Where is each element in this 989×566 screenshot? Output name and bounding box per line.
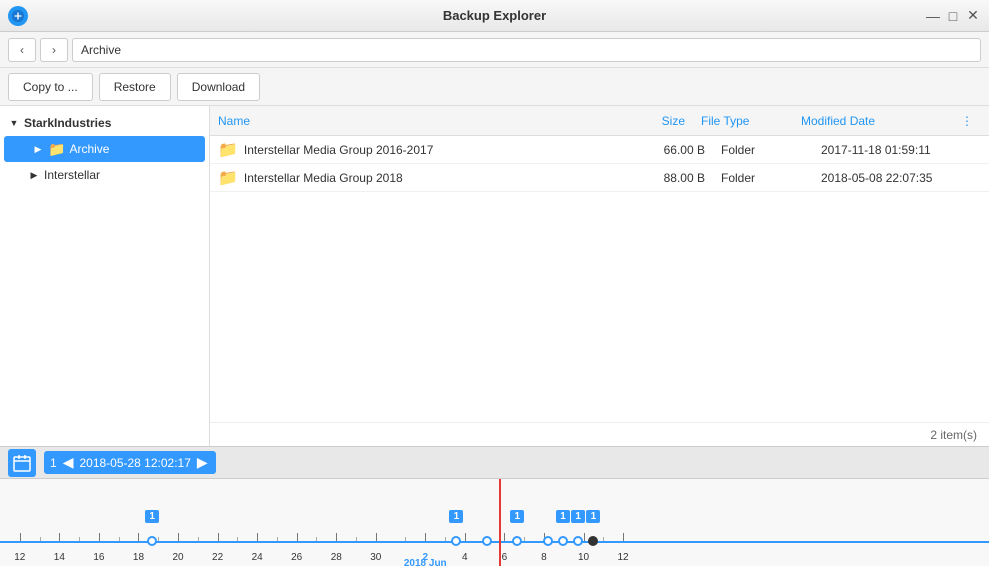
timeline-dot[interactable]	[588, 536, 598, 546]
file-date: 2018-05-08 22:07:35	[821, 171, 981, 185]
timeline-dot[interactable]	[147, 536, 157, 546]
timeline-header: 1 ◀ 2018-05-28 12:02:17 ▶	[0, 447, 989, 479]
table-row[interactable]: 📁 Interstellar Media Group 2016-2017 66.…	[210, 136, 989, 164]
timeline-prev-button[interactable]: ◀	[61, 454, 76, 471]
file-size: 66.00 B	[641, 143, 721, 157]
col-size-header[interactable]: Size	[621, 114, 701, 128]
item-count: 2 item(s)	[930, 428, 977, 442]
file-name: Interstellar Media Group 2018	[244, 171, 641, 185]
file-list: Name Size File Type Modified Date ⋮ 📁 In…	[210, 106, 989, 446]
forward-button[interactable]: ›	[40, 38, 68, 62]
timeline-dot[interactable]	[512, 536, 522, 546]
restore-button[interactable]: Restore	[99, 73, 171, 101]
chevron-right-icon-2: ▶	[28, 169, 40, 181]
file-size: 88.00 B	[641, 171, 721, 185]
timeline-dot[interactable]	[482, 536, 492, 546]
timeline-dot[interactable]	[558, 536, 568, 546]
timeline-badge: 1	[145, 510, 159, 523]
folder-icon: 📁	[218, 140, 238, 160]
col-name-header[interactable]: Name	[218, 114, 621, 128]
main-area: ▼ StarkIndustries ▶ 📁 Archive ▶ Interste…	[0, 106, 989, 446]
window-title: Backup Explorer	[443, 8, 546, 23]
timeline-next-button[interactable]: ▶	[195, 454, 210, 471]
timeline-nav: 1 ◀ 2018-05-28 12:02:17 ▶	[44, 451, 216, 474]
col-more-header: ⋮	[961, 114, 981, 128]
minimize-button[interactable]: —	[925, 8, 941, 24]
folder-icon: 📁	[48, 141, 65, 158]
toolbar: Copy to ... Restore Download	[0, 68, 989, 106]
file-list-body: 📁 Interstellar Media Group 2016-2017 66.…	[210, 136, 989, 422]
sidebar-item-interstellar[interactable]: ▶ Interstellar	[0, 162, 209, 188]
col-type-header[interactable]: File Type	[701, 114, 801, 128]
chevron-right-icon: ▶	[32, 143, 44, 155]
timeline-dot[interactable]	[573, 536, 583, 546]
timeline-nav-count: 1	[50, 456, 57, 470]
sidebar-item-archive[interactable]: ▶ 📁 Archive	[4, 136, 205, 162]
sidebar-archive-label: Archive	[69, 142, 109, 156]
window-controls: — □ ✕	[925, 8, 981, 24]
timeline-badge: 1	[586, 510, 600, 523]
file-type: Folder	[721, 171, 821, 185]
timeline: 1 ◀ 2018-05-28 12:02:17 ▶ 12141618202224…	[0, 446, 989, 566]
sidebar-interstellar-label: Interstellar	[44, 168, 100, 182]
timeline-badge: 1	[449, 510, 463, 523]
title-bar: Backup Explorer — □ ✕	[0, 0, 989, 32]
timeline-current-line	[499, 479, 501, 566]
timeline-badge: 1	[571, 510, 585, 523]
title-bar-left	[8, 6, 28, 26]
nav-bar: ‹ › Archive	[0, 32, 989, 68]
col-date-header[interactable]: Modified Date	[801, 114, 961, 128]
timeline-nav-label: 2018-05-28 12:02:17	[79, 456, 190, 470]
timeline-dot[interactable]	[543, 536, 553, 546]
timeline-badge: 1	[510, 510, 524, 523]
file-type: Folder	[721, 143, 821, 157]
sidebar: ▼ StarkIndustries ▶ 📁 Archive ▶ Interste…	[0, 106, 210, 446]
file-list-footer: 2 item(s)	[210, 422, 989, 446]
copy-to-button[interactable]: Copy to ...	[8, 73, 93, 101]
file-name: Interstellar Media Group 2016-2017	[244, 143, 641, 157]
timeline-body[interactable]: 12141618202224262830246810122018 Jun1111…	[0, 479, 989, 566]
file-list-header: Name Size File Type Modified Date ⋮	[210, 106, 989, 136]
timeline-month-label: 2018 Jun	[404, 558, 447, 566]
sidebar-root-stark[interactable]: ▼ StarkIndustries	[0, 110, 209, 136]
close-button[interactable]: ✕	[965, 8, 981, 24]
sidebar-root-label: StarkIndustries	[24, 116, 111, 130]
download-button[interactable]: Download	[177, 73, 260, 101]
table-row[interactable]: 📁 Interstellar Media Group 2018 88.00 B …	[210, 164, 989, 192]
file-date: 2017-11-18 01:59:11	[821, 143, 981, 157]
back-button[interactable]: ‹	[8, 38, 36, 62]
maximize-button[interactable]: □	[945, 8, 961, 24]
timeline-dot[interactable]	[451, 536, 461, 546]
timeline-badge: 1	[556, 510, 570, 523]
app-icon	[8, 6, 28, 26]
chevron-down-icon: ▼	[8, 117, 20, 129]
folder-icon: 📁	[218, 168, 238, 188]
calendar-icon[interactable]	[8, 449, 36, 477]
address-bar[interactable]: Archive	[72, 38, 981, 62]
